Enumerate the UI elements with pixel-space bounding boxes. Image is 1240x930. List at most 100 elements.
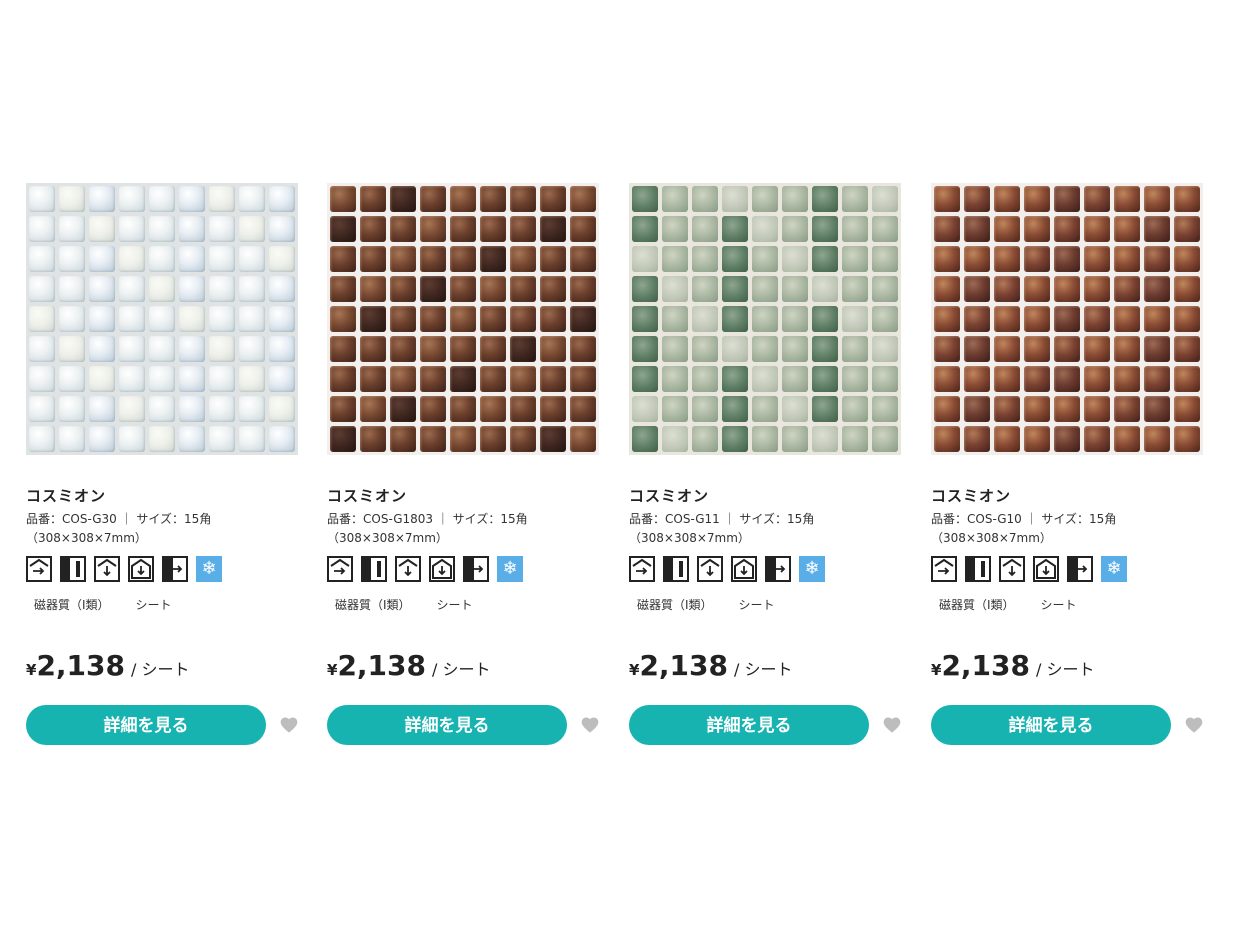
mosaic-piece bbox=[1114, 216, 1140, 242]
mosaic-piece bbox=[1114, 366, 1140, 392]
mosaic-piece bbox=[722, 246, 748, 272]
price-amount: 2,138 bbox=[941, 649, 1031, 682]
mosaic-piece bbox=[89, 276, 115, 302]
mosaic-piece bbox=[662, 186, 688, 212]
mosaic-piece bbox=[89, 246, 115, 272]
mosaic-piece bbox=[842, 306, 868, 332]
mosaic-piece bbox=[119, 306, 145, 332]
mosaic-piece bbox=[360, 366, 386, 392]
currency-symbol: ¥ bbox=[629, 661, 640, 679]
product-image[interactable] bbox=[931, 183, 1203, 455]
frost-resistant-icon: ❄ bbox=[799, 556, 825, 582]
mosaic-piece bbox=[692, 396, 718, 422]
mosaic-piece bbox=[632, 426, 658, 452]
mosaic-piece bbox=[1024, 246, 1050, 272]
mosaic-piece bbox=[1084, 336, 1110, 362]
mosaic-piece bbox=[390, 306, 416, 332]
mosaic-piece bbox=[722, 306, 748, 332]
mosaic-piece bbox=[330, 246, 356, 272]
mosaic-piece bbox=[360, 426, 386, 452]
mosaic-piece bbox=[934, 366, 960, 392]
mosaic-piece bbox=[1024, 276, 1050, 302]
product-image[interactable] bbox=[26, 183, 298, 455]
mosaic-piece bbox=[239, 276, 265, 302]
mosaic-piece bbox=[1114, 306, 1140, 332]
mosaic-piece bbox=[420, 186, 446, 212]
mosaic-piece bbox=[450, 306, 476, 332]
mosaic-piece bbox=[1054, 306, 1080, 332]
mosaic-piece bbox=[1174, 336, 1200, 362]
mosaic-piece bbox=[119, 366, 145, 392]
mosaic-piece bbox=[59, 246, 85, 272]
mosaic-piece bbox=[632, 216, 658, 242]
mosaic-piece bbox=[269, 336, 295, 362]
mosaic-piece bbox=[119, 276, 145, 302]
mosaic-piece bbox=[510, 306, 536, 332]
mosaic-piece bbox=[812, 396, 838, 422]
material-line: 磁器質（Ⅰ類） シート bbox=[34, 596, 172, 613]
mosaic-piece bbox=[872, 216, 898, 242]
product-name: コスミオン bbox=[26, 487, 107, 505]
mosaic-piece bbox=[420, 216, 446, 242]
mosaic-piece bbox=[570, 426, 596, 452]
mosaic-piece bbox=[149, 366, 175, 392]
mosaic-piece bbox=[149, 216, 175, 242]
mosaic-piece bbox=[570, 276, 596, 302]
product-image[interactable] bbox=[327, 183, 599, 455]
mosaic-piece bbox=[480, 426, 506, 452]
mosaic-piece bbox=[934, 396, 960, 422]
favorite-heart-icon[interactable] bbox=[580, 715, 600, 735]
mosaic-piece bbox=[390, 396, 416, 422]
mosaic-piece bbox=[782, 306, 808, 332]
mosaic-piece bbox=[1084, 306, 1110, 332]
mosaic-piece bbox=[149, 246, 175, 272]
wet-area-icon bbox=[1067, 556, 1093, 582]
mosaic-piece bbox=[1024, 426, 1050, 452]
mosaic-piece bbox=[1114, 246, 1140, 272]
favorite-heart-icon[interactable] bbox=[279, 715, 299, 735]
mosaic-piece bbox=[29, 396, 55, 422]
view-details-button[interactable]: 詳細を見る bbox=[629, 705, 869, 745]
mosaic-piece bbox=[812, 366, 838, 392]
mosaic-piece bbox=[360, 186, 386, 212]
mosaic-piece bbox=[662, 426, 688, 452]
mosaic-piece bbox=[89, 366, 115, 392]
favorite-heart-icon[interactable] bbox=[1184, 715, 1204, 735]
mosaic-piece bbox=[812, 276, 838, 302]
material-type: 磁器質（Ⅰ類） bbox=[939, 598, 1015, 612]
mosaic-piece bbox=[29, 426, 55, 452]
mosaic-piece bbox=[179, 306, 205, 332]
mosaic-piece bbox=[390, 216, 416, 242]
product-dimensions: （308×308×7mm） bbox=[327, 531, 448, 545]
favorite-heart-icon[interactable] bbox=[882, 715, 902, 735]
mosaic-piece bbox=[1084, 276, 1110, 302]
product-image[interactable] bbox=[629, 183, 901, 455]
mosaic-piece bbox=[1174, 366, 1200, 392]
exterior-wall-icon bbox=[26, 556, 52, 582]
view-details-button[interactable]: 詳細を見る bbox=[327, 705, 567, 745]
mosaic-piece bbox=[360, 246, 386, 272]
mosaic-piece bbox=[480, 246, 506, 272]
product-spec: 品番：COS-G30 ｜ サイズ：15角 bbox=[26, 512, 212, 526]
mosaic-piece bbox=[59, 336, 85, 362]
mosaic-piece bbox=[480, 306, 506, 332]
product-card: コスミオン 品番：COS-G1803 ｜ サイズ：15角 （308×308×7m… bbox=[327, 183, 607, 753]
view-details-button[interactable]: 詳細を見る bbox=[931, 705, 1171, 745]
product-card: コスミオン 品番：COS-G10 ｜ サイズ：15角 （308×308×7mm）… bbox=[931, 183, 1211, 753]
mosaic-piece bbox=[1144, 426, 1170, 452]
mosaic-piece bbox=[390, 426, 416, 452]
mosaic-piece bbox=[269, 246, 295, 272]
mosaic-piece bbox=[964, 186, 990, 212]
mosaic-piece bbox=[1144, 216, 1170, 242]
product-form: シート bbox=[738, 598, 775, 612]
mosaic-piece bbox=[360, 396, 386, 422]
view-details-button[interactable]: 詳細を見る bbox=[26, 705, 266, 745]
mosaic-piece bbox=[450, 246, 476, 272]
interior-wall-icon bbox=[361, 556, 387, 582]
mosaic-piece bbox=[1084, 396, 1110, 422]
mosaic-piece bbox=[570, 216, 596, 242]
mosaic-piece bbox=[1144, 396, 1170, 422]
mosaic-piece bbox=[540, 336, 566, 362]
currency-symbol: ¥ bbox=[26, 661, 37, 679]
mosaic-piece bbox=[934, 426, 960, 452]
